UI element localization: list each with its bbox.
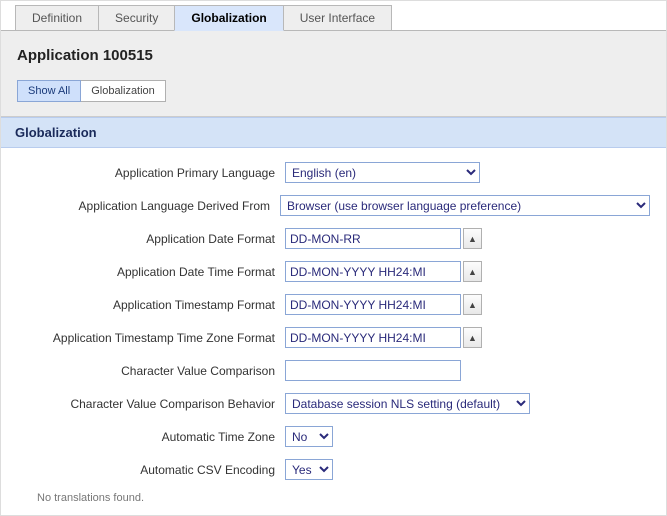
subtab-show-all[interactable]: Show All [17, 80, 81, 102]
lov-button-date-format[interactable]: ▲ [463, 228, 482, 249]
subtab-bar: Show All Globalization [17, 80, 650, 102]
select-automatic-time-zone[interactable]: No [285, 426, 333, 447]
label-automatic-csv-encoding: Automatic CSV Encoding [17, 463, 285, 477]
chevron-up-icon: ▲ [468, 234, 477, 244]
top-tabbar: Definition Security Globalization User I… [1, 3, 666, 31]
lov-button-timestamp-format[interactable]: ▲ [463, 294, 482, 315]
label-derived-from: Application Language Derived From [17, 199, 280, 213]
lov-button-date-time-format[interactable]: ▲ [463, 261, 482, 282]
label-char-value-comparison-behavior: Character Value Comparison Behavior [17, 397, 285, 411]
chevron-up-icon: ▲ [468, 267, 477, 277]
tab-globalization[interactable]: Globalization [174, 5, 283, 31]
lov-button-timestamp-tz-format[interactable]: ▲ [463, 327, 482, 348]
select-primary-language[interactable]: English (en) [285, 162, 480, 183]
input-char-value-comparison[interactable] [285, 360, 461, 381]
label-timestamp-format: Application Timestamp Format [17, 298, 285, 312]
subtab-globalization[interactable]: Globalization [80, 80, 166, 102]
section-header-globalization: Globalization [1, 117, 666, 148]
label-primary-language: Application Primary Language [17, 166, 285, 180]
header-section: Application 100515 Show All Globalizatio… [1, 31, 666, 117]
chevron-up-icon: ▲ [468, 300, 477, 310]
tab-security[interactable]: Security [98, 5, 175, 30]
input-date-format[interactable] [285, 228, 461, 249]
translations-note: No translations found. [37, 492, 650, 504]
input-timestamp-tz-format[interactable] [285, 327, 461, 348]
tab-definition[interactable]: Definition [15, 5, 99, 30]
select-char-value-comparison-behavior[interactable]: Database session NLS setting (default) [285, 393, 530, 414]
label-timestamp-tz-format: Application Timestamp Time Zone Format [17, 331, 285, 345]
chevron-up-icon: ▲ [468, 333, 477, 343]
label-char-value-comparison: Character Value Comparison [17, 364, 285, 378]
label-date-format: Application Date Format [17, 232, 285, 246]
tab-user-interface[interactable]: User Interface [283, 5, 392, 30]
label-automatic-time-zone: Automatic Time Zone [17, 430, 285, 444]
label-date-time-format: Application Date Time Format [17, 265, 285, 279]
form-area: Application Primary Language English (en… [1, 148, 666, 508]
page-title: Application 100515 [17, 47, 650, 64]
select-derived-from[interactable]: Browser (use browser language preference… [280, 195, 650, 216]
input-date-time-format[interactable] [285, 261, 461, 282]
input-timestamp-format[interactable] [285, 294, 461, 315]
select-automatic-csv-encoding[interactable]: Yes [285, 459, 333, 480]
